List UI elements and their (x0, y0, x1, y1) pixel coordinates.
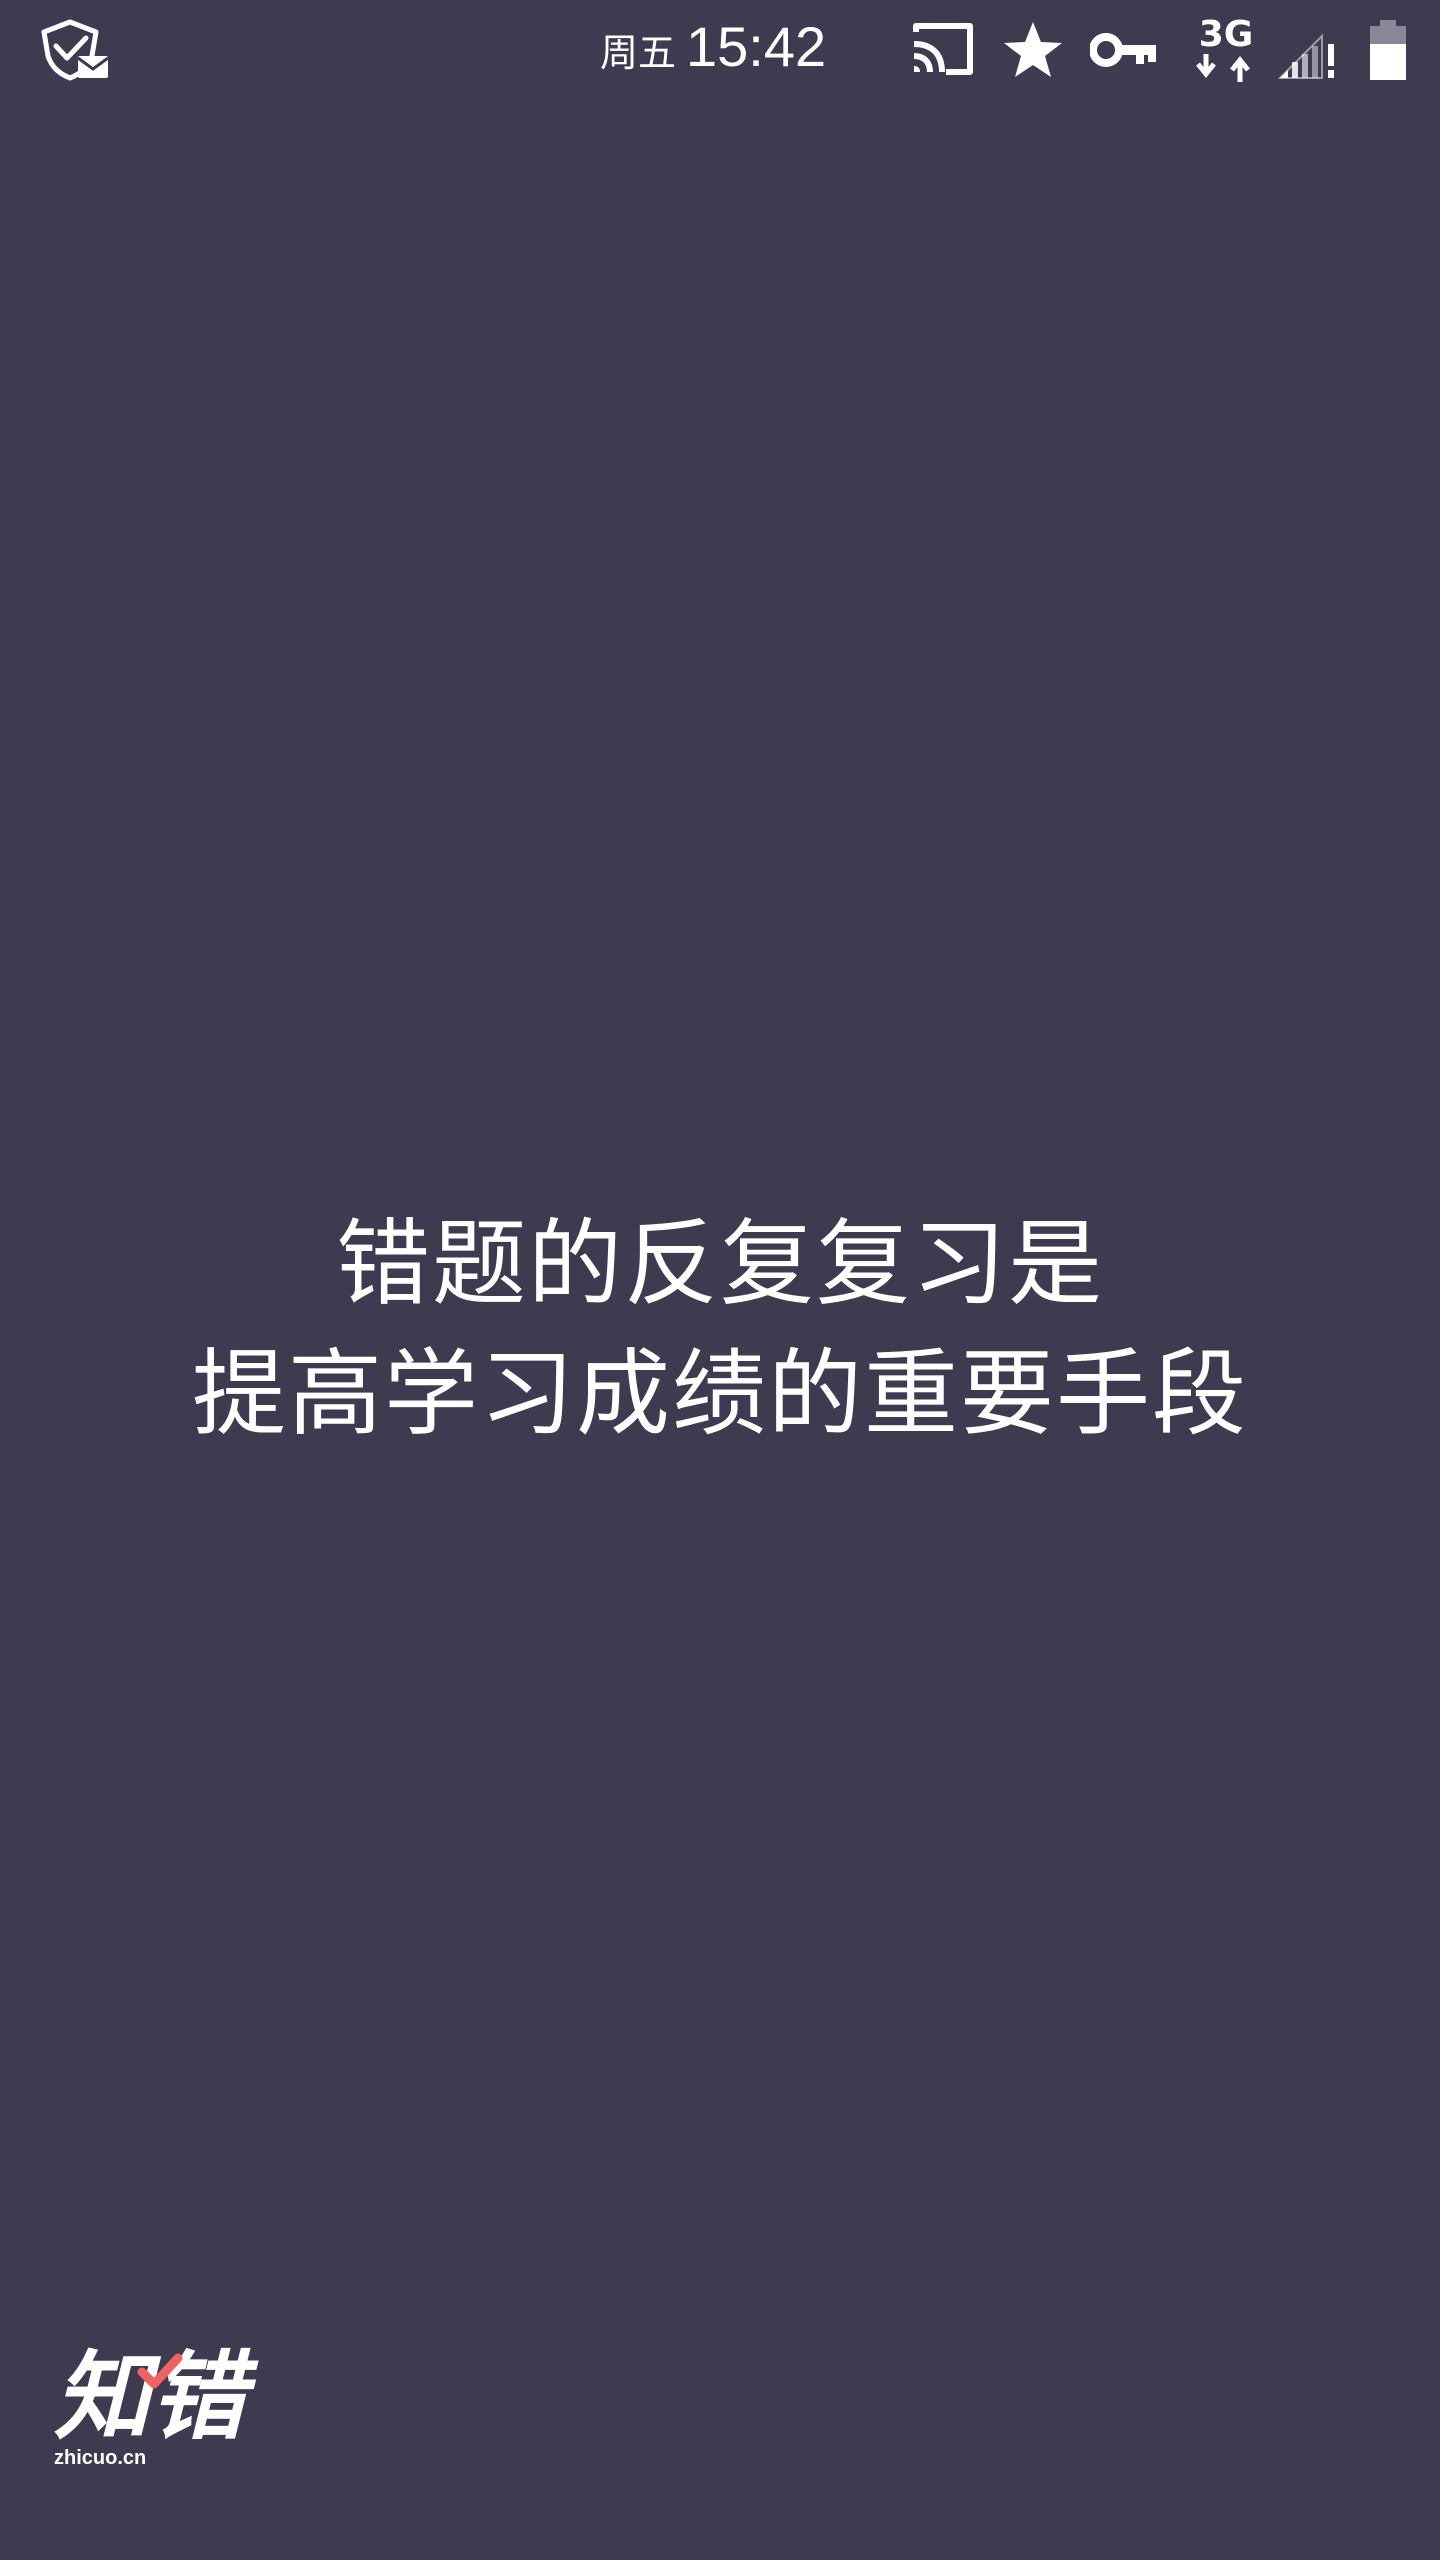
splash-message: 错题的反复复习是 提高学习成绩的重要手段 (0, 1200, 1440, 1460)
battery-icon (1370, 20, 1406, 80)
splash-line-2: 提高学习成绩的重要手段 (191, 1340, 1248, 1449)
mail-notification-icon (41, 19, 109, 81)
cast-icon (913, 23, 973, 75)
signal-icon (1278, 33, 1334, 79)
network-3g-icon: 3G (1196, 14, 1254, 82)
vpn-key-icon (1090, 33, 1156, 67)
star-icon (1004, 22, 1062, 77)
status-day: 周五 (600, 31, 677, 75)
status-time: 15:42 (686, 15, 827, 78)
brand-logo: 知错 zhicuo.cn (54, 2341, 259, 2469)
status-clock: 周五 15:42 (600, 14, 826, 86)
network-3g-label: 3G (1199, 14, 1254, 55)
status-bar: 周五 15:42 3G (0, 0, 1440, 100)
brand-domain: zhicuo.cn (54, 2447, 146, 2469)
splash-line-1: 错题的反复复习是 (335, 1210, 1104, 1319)
brand-logo-text: 知错 (54, 2341, 259, 2453)
